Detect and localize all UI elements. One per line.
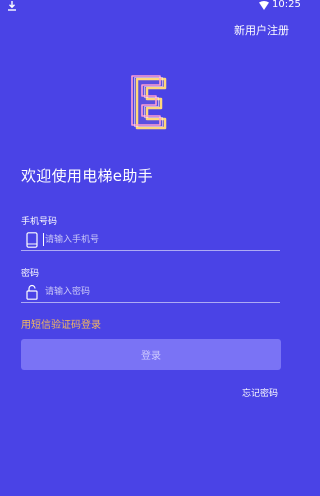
password-field[interactable]: [21, 281, 280, 303]
register-link[interactable]: 新用户注册: [234, 22, 289, 38]
text-caret: [43, 233, 44, 246]
phone-label: 手机号码: [21, 217, 58, 227]
download-icon: [8, 1, 16, 11]
phone-field[interactable]: [21, 229, 280, 251]
sms-login-link[interactable]: 用短信验证码登录: [21, 316, 101, 331]
app-logo: [131, 75, 167, 130]
forgot-password-link[interactable]: 忘记密码: [242, 386, 278, 399]
status-bar: 10:25: [0, 0, 301, 14]
phone-input[interactable]: [45, 231, 275, 248]
status-time: 10:25: [272, 0, 301, 10]
login-button[interactable]: 登录: [21, 339, 281, 370]
password-underline: [21, 302, 280, 303]
phone-icon: [26, 232, 38, 248]
phone-underline: [21, 250, 280, 251]
unlock-icon: [26, 284, 38, 300]
wifi-icon: [259, 1, 269, 10]
welcome-title: 欢迎使用电梯e助手: [21, 167, 153, 185]
password-label: 密码: [21, 269, 40, 279]
password-input[interactable]: [45, 283, 275, 300]
